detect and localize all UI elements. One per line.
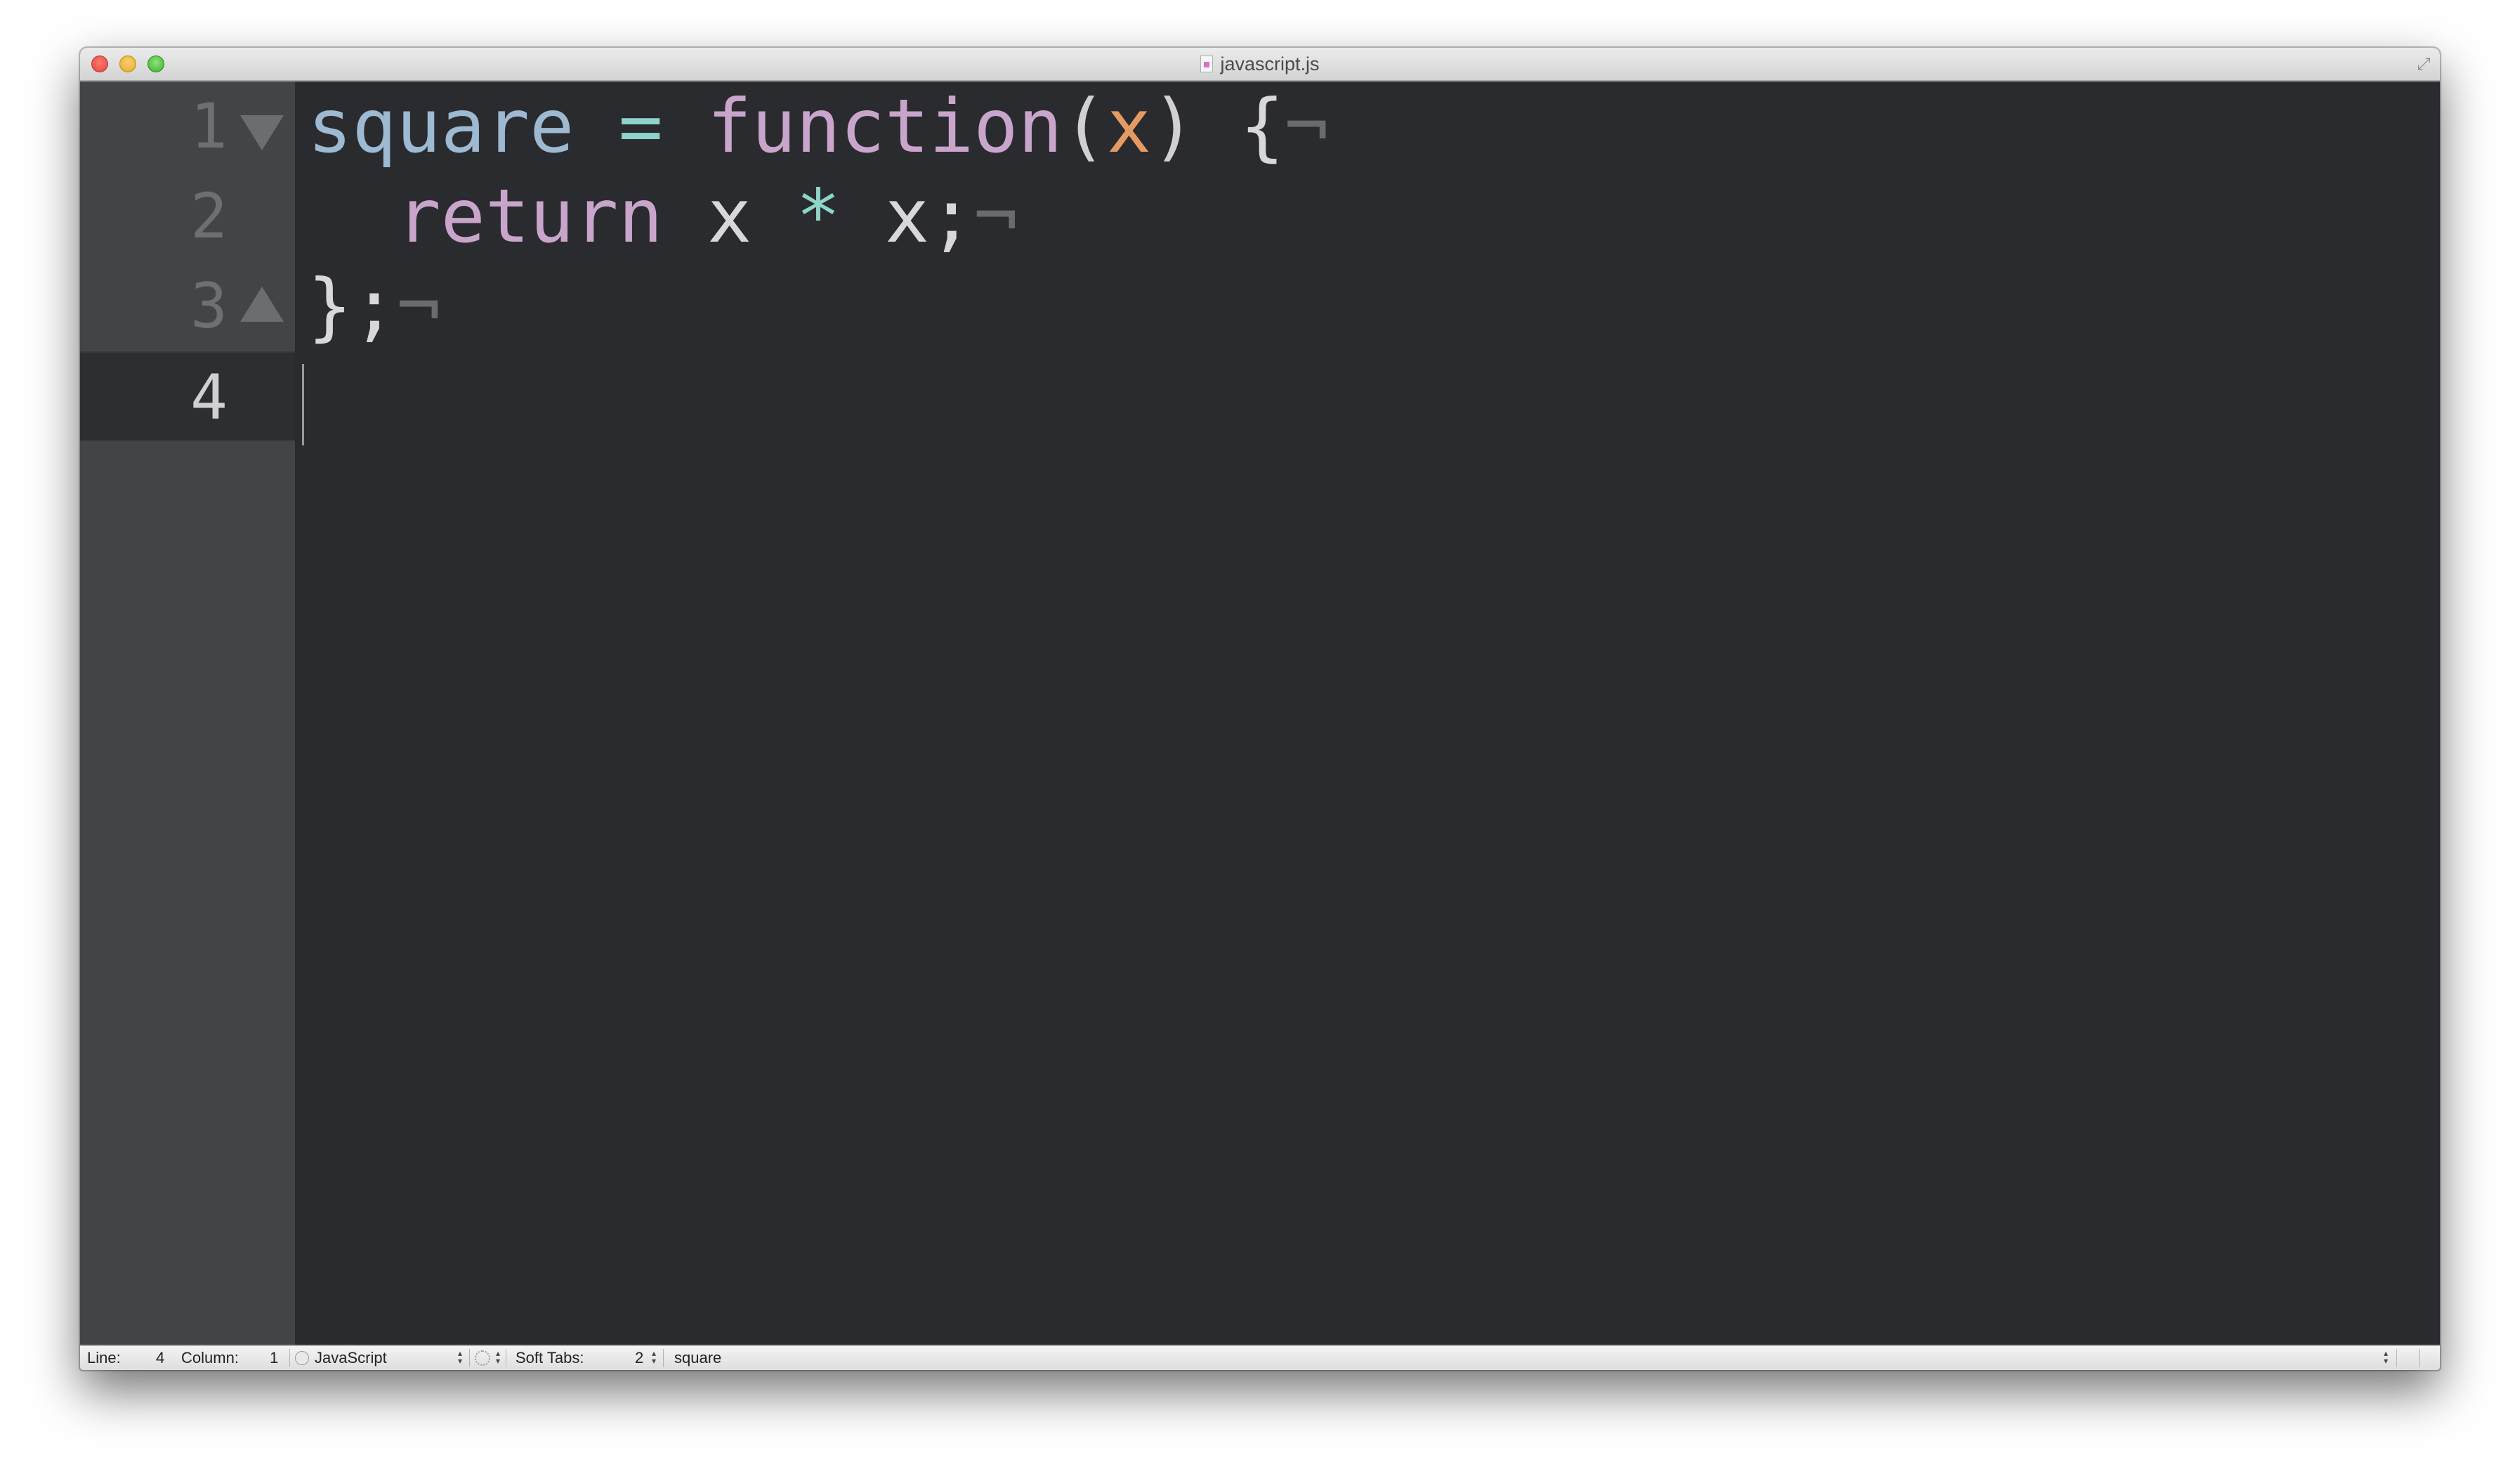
symbol-selector[interactable]: square [674, 1346, 721, 1370]
code-line-2[interactable]: return x * x;¬ [308, 171, 1018, 261]
line-number: 2 [190, 180, 228, 252]
column-label: Column: [181, 1349, 239, 1366]
fullscreen-icon[interactable]: ⤢ [2415, 55, 2433, 73]
code-token-plain: }; [308, 263, 397, 349]
fold-open-triangle-icon[interactable] [240, 115, 284, 150]
symbol-chevron-icon[interactable]: ▴ ▾ [2382, 1349, 2389, 1366]
soft-tabs-value[interactable]: 2 [635, 1346, 643, 1370]
code-token-variable: square [308, 84, 575, 169]
line-label: Line: [87, 1349, 121, 1366]
window-title-area: javascript.js [80, 48, 2440, 80]
gutter-row-current[interactable]: 4 [80, 351, 295, 441]
gutter-row-3[interactable]: 3 [80, 261, 295, 351]
code-token-invisible: ¬ [1284, 84, 1329, 169]
code-token-param: x [1106, 84, 1152, 169]
title-bar[interactable]: javascript.js ⤢ [80, 48, 2440, 81]
code-token-paren: ( [1062, 84, 1107, 169]
editor-window: javascript.js ⤢ 1 2 3 4 square = functio… [80, 48, 2440, 1370]
current-line-number: 4 [190, 361, 228, 433]
code-token-operator: * [796, 174, 841, 259]
window-title: javascript.js [1220, 53, 1320, 74]
status-bar: Line: 4 Column: 1 JavaScript ▴ ▾ ▴ ▾ Soft … [80, 1345, 2440, 1370]
status-divider [289, 1349, 290, 1367]
line-number-gutter[interactable]: 1 2 3 4 [80, 81, 295, 1346]
line-number: 1 [190, 90, 228, 162]
gear-icon[interactable] [475, 1350, 490, 1366]
status-divider [663, 1349, 664, 1367]
code-token-invisible: ¬ [973, 174, 1018, 259]
code-token-plain: { [1195, 84, 1285, 169]
language-chevron-icon[interactable]: ▴ ▾ [457, 1349, 464, 1366]
code-token-plain: x; [840, 174, 974, 259]
gutter-row-1[interactable]: 1 [80, 81, 295, 171]
language-icon [295, 1351, 309, 1365]
code-token-operator: = [618, 84, 663, 169]
line-number: 3 [190, 270, 228, 342]
fold-close-triangle-icon[interactable] [240, 287, 284, 322]
code-editor[interactable]: square = function(x) {¬ return x * x;¬ }… [295, 81, 2440, 1346]
code-token-keyword: return [396, 174, 663, 259]
line-value[interactable]: 4 [156, 1346, 164, 1370]
gear-chevron-icon[interactable]: ▴ ▾ [494, 1349, 501, 1366]
code-line-1[interactable]: square = function(x) {¬ [308, 81, 1329, 171]
soft-tabs-label[interactable]: Soft Tabs: [516, 1346, 584, 1370]
code-token-plain: x [662, 174, 796, 259]
status-divider [2419, 1349, 2420, 1367]
column-value[interactable]: 1 [270, 1346, 278, 1370]
code-token-invisible: ¬ [396, 263, 441, 349]
status-divider [2396, 1349, 2397, 1367]
language-selector[interactable]: JavaScript [315, 1346, 387, 1370]
javascript-file-icon [1200, 56, 1214, 72]
code-line-3[interactable]: };¬ [308, 261, 441, 351]
soft-tabs-chevron-icon[interactable]: ▴ ▾ [650, 1349, 657, 1366]
code-token-paren: ) [1151, 84, 1196, 169]
text-cursor [302, 364, 304, 445]
status-divider [469, 1349, 470, 1367]
gutter-row-2[interactable]: 2 [80, 171, 295, 261]
code-token-keyword: function [707, 84, 1063, 169]
